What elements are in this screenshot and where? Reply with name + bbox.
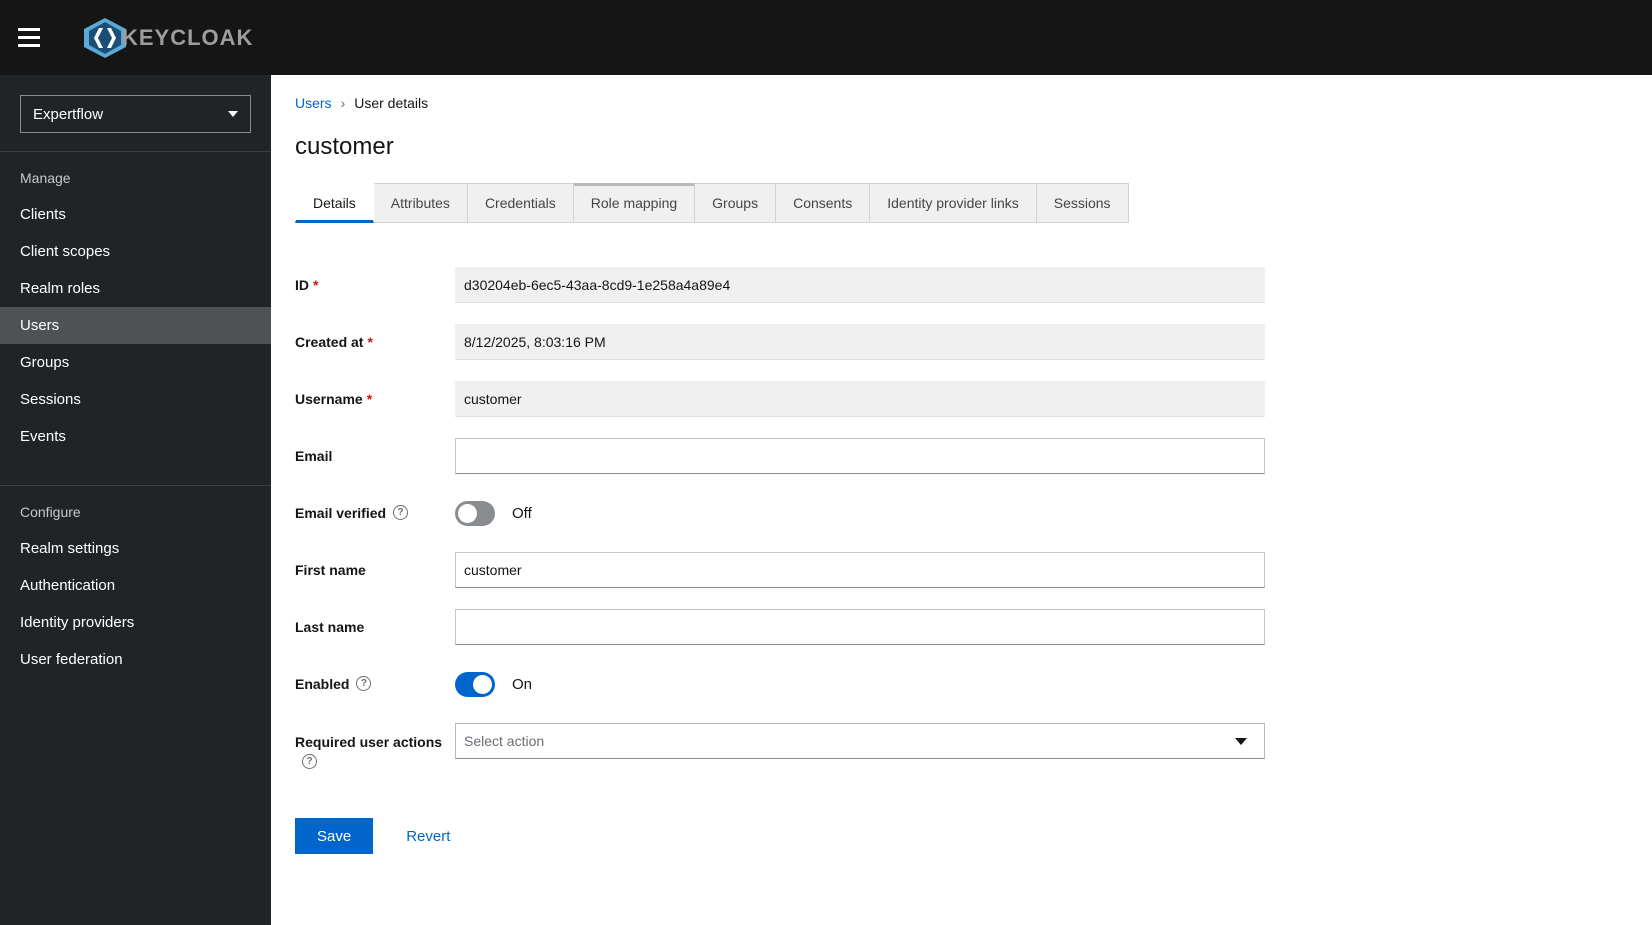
main-content: Users User details customer Details Attr… bbox=[271, 75, 1652, 925]
chevron-down-icon bbox=[1235, 737, 1247, 745]
email-verified-state: Off bbox=[512, 504, 532, 522]
form-row-username: Username bbox=[295, 381, 1652, 417]
help-icon[interactable] bbox=[302, 754, 317, 769]
required-user-actions-select[interactable]: Select action bbox=[455, 723, 1265, 759]
form-row-enabled: Enabled On bbox=[295, 666, 1652, 702]
created-at-field[interactable] bbox=[455, 324, 1265, 360]
hamburger-menu-button[interactable] bbox=[18, 18, 58, 58]
required-asterisk bbox=[367, 391, 372, 407]
username-field[interactable] bbox=[455, 381, 1265, 417]
sidebar-nav: Manage Clients Client scopes Realm roles… bbox=[0, 152, 271, 678]
topbar: KEYCLOAK bbox=[0, 0, 1652, 75]
sidebar-item-clients[interactable]: Clients bbox=[0, 196, 271, 233]
tab-details[interactable]: Details bbox=[295, 183, 374, 223]
breadcrumb-current: User details bbox=[354, 95, 429, 111]
sidebar-item-sessions[interactable]: Sessions bbox=[0, 381, 271, 418]
realm-selector-area: Expertflow bbox=[0, 75, 271, 152]
form-row-id: ID bbox=[295, 267, 1652, 303]
revert-button[interactable]: Revert bbox=[406, 828, 450, 845]
breadcrumb: Users User details bbox=[295, 95, 1652, 111]
enabled-label: Enabled bbox=[295, 674, 455, 694]
realm-name: Expertflow bbox=[33, 105, 104, 123]
sidebar-item-realm-roles[interactable]: Realm roles bbox=[0, 270, 271, 307]
created-at-label: Created at bbox=[295, 332, 455, 352]
sidebar-item-client-scopes[interactable]: Client scopes bbox=[0, 233, 271, 270]
email-verified-label: Email verified bbox=[295, 503, 455, 523]
tab-bar: Details Attributes Credentials Role mapp… bbox=[295, 183, 1652, 223]
enabled-toggle[interactable] bbox=[455, 671, 495, 697]
tab-attributes[interactable]: Attributes bbox=[373, 183, 468, 223]
last-name-field[interactable] bbox=[455, 609, 1265, 645]
form-row-email: Email bbox=[295, 438, 1652, 474]
first-name-field[interactable] bbox=[455, 552, 1265, 588]
enabled-state: On bbox=[512, 675, 533, 693]
sidebar: Expertflow Manage Clients Client scopes … bbox=[0, 75, 271, 925]
select-placeholder: Select action bbox=[464, 733, 545, 749]
enabled-toggle-wrap: On bbox=[455, 671, 533, 697]
page-title: customer bbox=[295, 133, 394, 160]
brand-wordmark: KEYCLOAK bbox=[122, 24, 254, 50]
nav-section-manage: Manage Clients Client scopes Realm roles… bbox=[0, 152, 271, 455]
required-asterisk bbox=[367, 334, 372, 350]
user-details-form: ID Created at Username Email bbox=[295, 267, 1652, 854]
required-user-actions-label: Required user actions bbox=[295, 723, 455, 772]
tab-identity-provider-links[interactable]: Identity provider links bbox=[870, 183, 1037, 223]
required-asterisk bbox=[313, 277, 318, 293]
sidebar-item-user-federation[interactable]: User federation bbox=[0, 641, 271, 678]
first-name-label: First name bbox=[295, 562, 366, 578]
id-label: ID bbox=[295, 275, 455, 295]
form-row-required-user-actions: Required user actions Select action bbox=[295, 723, 1652, 772]
save-button[interactable]: Save bbox=[295, 818, 374, 854]
email-label: Email bbox=[295, 448, 333, 464]
tab-role-mapping[interactable]: Role mapping bbox=[573, 183, 696, 223]
nav-section-title: Manage bbox=[20, 170, 71, 186]
form-actions: Save Revert bbox=[295, 818, 1652, 854]
email-verified-toggle-wrap: Off bbox=[455, 500, 532, 526]
form-row-first-name: First name bbox=[295, 552, 1652, 588]
last-name-label: Last name bbox=[295, 619, 365, 635]
form-row-email-verified: Email verified Off bbox=[295, 495, 1652, 531]
breadcrumb-users-link[interactable]: Users bbox=[295, 95, 332, 111]
tab-consents[interactable]: Consents bbox=[776, 183, 871, 223]
username-label: Username bbox=[295, 389, 455, 409]
form-row-last-name: Last name bbox=[295, 609, 1652, 645]
form-row-created-at: Created at bbox=[295, 324, 1652, 360]
breadcrumb-separator-icon bbox=[332, 95, 355, 111]
realm-selector-dropdown[interactable]: Expertflow bbox=[20, 95, 251, 133]
nav-section-configure: Configure Realm settings Authentication … bbox=[0, 485, 271, 678]
email-verified-toggle[interactable] bbox=[455, 500, 495, 526]
keycloak-logo: KEYCLOAK bbox=[80, 16, 253, 60]
help-icon[interactable] bbox=[393, 505, 409, 520]
sidebar-item-groups[interactable]: Groups bbox=[0, 344, 271, 381]
sidebar-item-events[interactable]: Events bbox=[0, 418, 271, 455]
nav-section-title: Configure bbox=[20, 504, 81, 520]
chevron-down-icon bbox=[228, 111, 238, 117]
tab-groups[interactable]: Groups bbox=[695, 183, 777, 223]
sidebar-item-users[interactable]: Users bbox=[0, 307, 271, 344]
id-field[interactable] bbox=[455, 267, 1265, 303]
help-icon[interactable] bbox=[356, 676, 372, 691]
email-field[interactable] bbox=[455, 438, 1265, 474]
tab-sessions[interactable]: Sessions bbox=[1036, 183, 1129, 223]
sidebar-item-identity-providers[interactable]: Identity providers bbox=[0, 604, 271, 641]
sidebar-item-realm-settings[interactable]: Realm settings bbox=[0, 530, 271, 567]
sidebar-item-authentication[interactable]: Authentication bbox=[0, 567, 271, 604]
tab-credentials[interactable]: Credentials bbox=[467, 183, 574, 223]
